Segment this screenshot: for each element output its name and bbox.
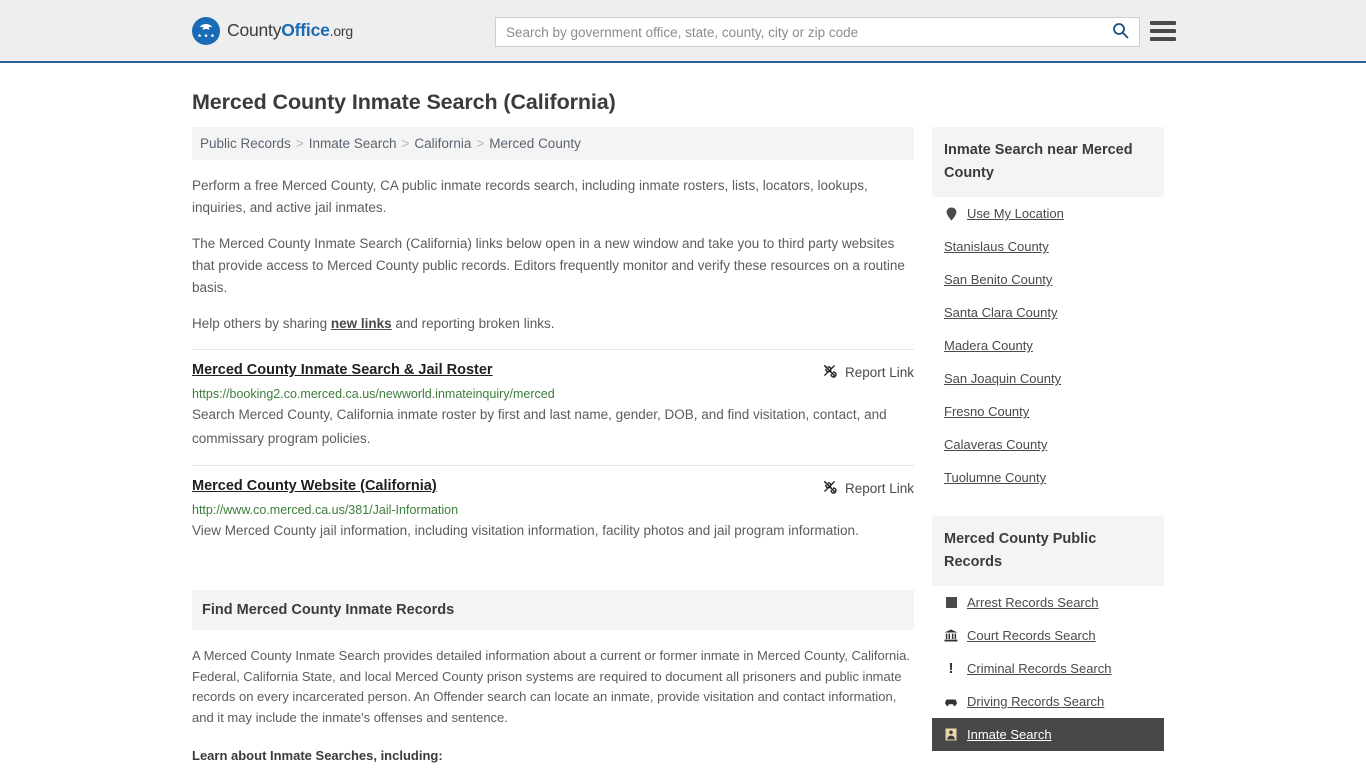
- site-header: CountyOffice.org: [0, 0, 1366, 63]
- breadcrumb-item-inmate-search[interactable]: Inmate Search: [309, 136, 397, 151]
- result-description: View Merced County jail information, inc…: [192, 523, 859, 538]
- breadcrumb-item-public-records[interactable]: Public Records: [200, 136, 291, 151]
- intro-paragraph-3: Help others by sharing new links and rep…: [192, 313, 914, 335]
- intro-paragraph-2: The Merced County Inmate Search (Califor…: [192, 236, 905, 295]
- inmate-search-near-list: Use My Location Stanislaus County San Be…: [932, 197, 1164, 494]
- county-office-emblem-icon: [192, 16, 220, 45]
- sidebar-item-driving-records-search[interactable]: Driving Records Search: [932, 685, 1164, 718]
- main-column: Public Records > Inmate Search > California >…: [192, 127, 914, 767]
- find-records-lead-in: Learn about Inmate Searches, including:: [192, 748, 443, 763]
- fingerprint-icon-shape: [945, 597, 957, 608]
- result-header: Merced County Inmate Search & Jail Roste…: [192, 362, 914, 381]
- broken-link-icon: [822, 363, 837, 381]
- sidebar-link-santa-clara-county[interactable]: Santa Clara County: [944, 305, 1057, 320]
- sidebar-item-criminal-records-search[interactable]: ! Criminal Records Search: [932, 652, 1164, 685]
- site-logo-text: CountyOffice.org: [227, 20, 353, 41]
- sidebar: Inmate Search near Merced County Use My …: [932, 127, 1164, 768]
- find-records-body: A Merced County Inmate Search provides d…: [192, 646, 914, 767]
- find-records-paragraph: A Merced County Inmate Search provides d…: [192, 648, 910, 725]
- car-icon: [944, 695, 958, 709]
- sidebar-item-court-records-search[interactable]: Court Records Search: [932, 619, 1164, 652]
- sidebar-item-madera-county[interactable]: Madera County: [932, 329, 1164, 362]
- inmate-search-near-panel: Inmate Search near Merced County Use My …: [932, 127, 1164, 494]
- result-item: Merced County Inmate Search & Jail Roste…: [192, 349, 914, 465]
- sidebar-link-driving-records-search[interactable]: Driving Records Search: [967, 694, 1104, 709]
- map-pin-icon: [944, 207, 958, 221]
- result-description: Search Merced County, California inmate …: [192, 407, 887, 446]
- hamburger-bar-1: [1150, 21, 1176, 25]
- sidebar-item-use-my-location[interactable]: Use My Location: [932, 197, 1164, 230]
- sidebar-item-fresno-county[interactable]: Fresno County: [932, 395, 1164, 428]
- result-header: Merced County Website (California) Repor…: [192, 478, 914, 497]
- page-container: Merced County Inmate Search (California)…: [0, 90, 1366, 768]
- courthouse-icon: [944, 629, 958, 643]
- report-link-button[interactable]: Report Link: [822, 363, 914, 381]
- intro-p3-before: Help others by sharing: [192, 316, 331, 331]
- sidebar-link-arrest-records-search[interactable]: Arrest Records Search: [967, 595, 1099, 610]
- sidebar-item-calaveras-county[interactable]: Calaveras County: [932, 428, 1164, 461]
- sidebar-item-inmate-search[interactable]: Inmate Search: [932, 718, 1164, 751]
- inmate-search-near-heading: Inmate Search near Merced County: [932, 127, 1164, 197]
- report-link-label: Report Link: [844, 364, 914, 380]
- sidebar-link-madera-county[interactable]: Madera County: [944, 338, 1033, 353]
- hamburger-menu-icon[interactable]: [1150, 21, 1176, 41]
- sidebar-item-arrest-records-search[interactable]: Arrest Records Search: [932, 586, 1164, 619]
- report-link-button[interactable]: Report Link: [822, 479, 914, 497]
- intro-paragraph-1: Perform a free Merced County, CA public …: [192, 178, 868, 215]
- sidebar-item-san-benito-county[interactable]: San Benito County: [932, 263, 1164, 296]
- sidebar-item-tuolumne-county[interactable]: Tuolumne County: [932, 461, 1164, 494]
- page-title: Merced County Inmate Search (California): [192, 90, 616, 114]
- logo-text-office: Office: [281, 20, 330, 40]
- result-url[interactable]: https://booking2.co.merced.ca.us/newworl…: [192, 387, 914, 401]
- site-logo[interactable]: CountyOffice.org: [192, 16, 353, 45]
- breadcrumb-item-california[interactable]: California: [414, 136, 471, 151]
- sidebar-link-calaveras-county[interactable]: Calaveras County: [944, 437, 1047, 452]
- hamburger-bar-2: [1150, 29, 1176, 33]
- sidebar-link-criminal-records-search[interactable]: Criminal Records Search: [967, 661, 1112, 676]
- inmate-icon: [944, 728, 958, 742]
- logo-text-org: .org: [329, 23, 354, 39]
- intro-text: Perform a free Merced County, CA public …: [192, 175, 914, 335]
- breadcrumb-separator-1: >: [295, 136, 304, 151]
- sidebar-link-inmate-search[interactable]: Inmate Search: [967, 727, 1052, 742]
- result-title-link[interactable]: Merced County Inmate Search & Jail Roste…: [192, 362, 493, 378]
- result-title-link[interactable]: Merced County Website (California): [192, 478, 437, 494]
- find-records-heading: Find Merced County Inmate Records: [192, 590, 914, 630]
- breadcrumb-item-merced-county[interactable]: Merced County: [489, 136, 581, 151]
- report-link-label: Report Link: [844, 480, 914, 496]
- content-columns: Public Records > Inmate Search > California >…: [192, 127, 1174, 768]
- hamburger-bar-3: [1150, 37, 1176, 41]
- result-url[interactable]: http://www.co.merced.ca.us/381/Jail-Info…: [192, 503, 914, 517]
- intro-p3-after: and reporting broken links.: [391, 316, 555, 331]
- breadcrumb-separator-2: >: [401, 136, 410, 151]
- fingerprint-icon: [944, 596, 958, 610]
- breadcrumb: Public Records > Inmate Search > California >…: [192, 127, 914, 160]
- search-bar: [495, 17, 1140, 47]
- public-records-list: Arrest Records Search Court Records Sear…: [932, 586, 1164, 751]
- search-icon: [1112, 22, 1129, 42]
- sidebar-item-san-joaquin-county[interactable]: San Joaquin County: [932, 362, 1164, 395]
- sidebar-link-stanislaus-county[interactable]: Stanislaus County: [944, 239, 1049, 254]
- sidebar-item-stanislaus-county[interactable]: Stanislaus County: [932, 230, 1164, 263]
- sidebar-link-tuolumne-county[interactable]: Tuolumne County: [944, 470, 1046, 485]
- search-input[interactable]: [496, 19, 1108, 45]
- sidebar-link-use-my-location[interactable]: Use My Location: [967, 206, 1064, 221]
- breadcrumb-separator-3: >: [476, 136, 485, 151]
- result-item: Merced County Website (California) Repor…: [192, 465, 914, 557]
- sidebar-link-fresno-county[interactable]: Fresno County: [944, 404, 1029, 419]
- public-records-panel: Merced County Public Records Arrest Reco…: [932, 516, 1164, 751]
- sidebar-item-santa-clara-county[interactable]: Santa Clara County: [932, 296, 1164, 329]
- broken-link-icon: [822, 479, 837, 497]
- public-records-heading: Merced County Public Records: [932, 516, 1164, 586]
- new-links-link[interactable]: new links: [331, 316, 392, 331]
- logo-text-county: County: [227, 20, 282, 40]
- sidebar-link-san-joaquin-county[interactable]: San Joaquin County: [944, 371, 1061, 386]
- exclamation-icon: !: [948, 659, 954, 677]
- search-button[interactable]: [1108, 22, 1139, 42]
- sidebar-link-court-records-search[interactable]: Court Records Search: [967, 628, 1096, 643]
- sidebar-link-san-benito-county[interactable]: San Benito County: [944, 272, 1052, 287]
